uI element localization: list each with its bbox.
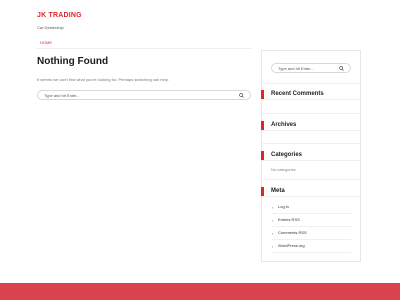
chevron-right-icon: ›	[272, 244, 274, 249]
widget-title-text: Archives	[271, 122, 297, 128]
widget-accent-bar	[261, 121, 264, 130]
search-icon[interactable]	[339, 66, 344, 71]
widget-accent-bar	[261, 90, 264, 99]
meta-link-label[interactable]: Comments RSS	[278, 230, 307, 235]
meta-link-label[interactable]: WordPress.org	[278, 243, 305, 248]
widget-divider	[262, 83, 360, 84]
sidebar: Recent Comments Archives Categories No c…	[261, 50, 361, 262]
widget-title-recent-comments: Recent Comments	[261, 90, 360, 100]
no-categories-text: No categories	[271, 167, 296, 172]
widget-divider	[262, 143, 360, 144]
widget-accent-bar	[261, 187, 264, 196]
nav-divider	[37, 48, 251, 49]
meta-item-login[interactable]: › Log in	[271, 201, 351, 214]
widget-title-archives: Archives	[261, 121, 360, 131]
chevron-right-icon: ›	[272, 205, 274, 210]
meta-item-comments-rss[interactable]: › Comments RSS	[271, 227, 351, 240]
footer-band	[0, 283, 400, 300]
search-icon[interactable]	[239, 93, 244, 98]
site-title[interactable]: JK TRADING	[37, 12, 82, 19]
not-found-message: It seems we can't find what you're looki…	[37, 77, 170, 82]
sidebar-search-input[interactable]	[278, 65, 341, 72]
widget-title-text: Meta	[271, 188, 285, 194]
chevron-right-icon: ›	[272, 218, 274, 223]
widget-title-text: Recent Comments	[271, 91, 324, 97]
meta-item-entries-rss[interactable]: › Entries RSS	[271, 214, 351, 227]
widget-title-categories: Categories	[261, 151, 360, 161]
main-search-input[interactable]	[44, 92, 214, 99]
widget-title-meta: Meta	[261, 187, 360, 197]
widget-divider	[262, 113, 360, 114]
widget-title-text: Categories	[271, 152, 303, 158]
chevron-right-icon: ›	[272, 231, 274, 236]
site-tagline: Car Dealership	[37, 25, 64, 30]
page-title: Nothing Found	[37, 56, 109, 67]
sidebar-search-form	[271, 63, 351, 73]
widget-accent-bar	[261, 151, 264, 160]
meta-link-label[interactable]: Entries RSS	[278, 217, 300, 222]
meta-link-label[interactable]: Log in	[278, 204, 289, 209]
widget-divider	[262, 179, 360, 180]
meta-item-wordpress-org[interactable]: › WordPress.org	[271, 240, 351, 253]
main-search-form	[37, 90, 251, 100]
